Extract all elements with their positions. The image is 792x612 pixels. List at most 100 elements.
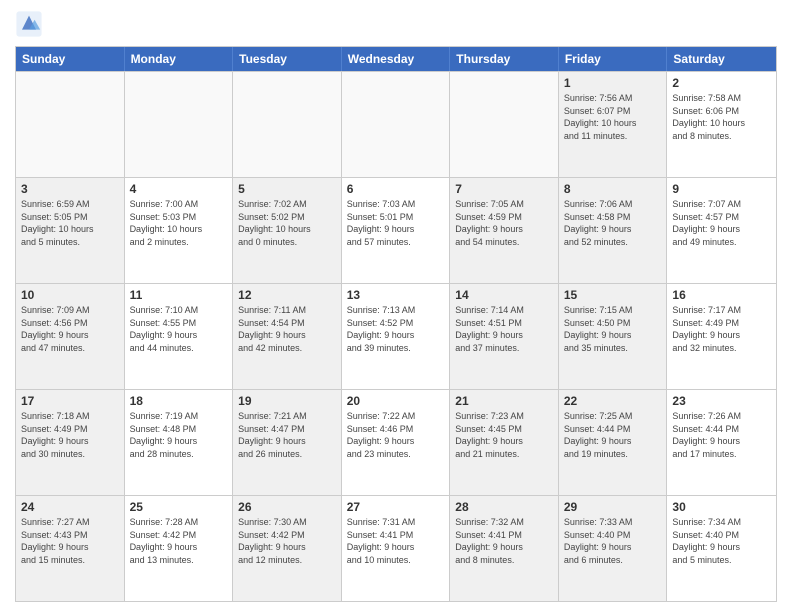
day-number: 1 xyxy=(564,76,662,90)
day-info: Sunrise: 7:15 AM Sunset: 4:50 PM Dayligh… xyxy=(564,304,662,354)
day-number: 8 xyxy=(564,182,662,196)
calendar-cell xyxy=(125,72,234,177)
calendar-cell: 28 Sunrise: 7:32 AM Sunset: 4:41 PM Dayli… xyxy=(450,496,559,601)
day-number: 30 xyxy=(672,500,771,514)
day-info: Sunrise: 7:17 AM Sunset: 4:49 PM Dayligh… xyxy=(672,304,771,354)
day-info: Sunrise: 6:59 AM Sunset: 5:05 PM Dayligh… xyxy=(21,198,119,248)
calendar-cell: 27Sunrise: 7:31 AM Sunset: 4:41 PM Dayli… xyxy=(342,496,451,601)
day-info: Sunrise: 7:07 AM Sunset: 4:57 PM Dayligh… xyxy=(672,198,771,248)
calendar-cell: 22 Sunrise: 7:25 AM Sunset: 4:44 PM Dayli… xyxy=(559,390,668,495)
day-number: 25 xyxy=(130,500,228,514)
day-info: Sunrise: 7:09 AM Sunset: 4:56 PM Dayligh… xyxy=(21,304,119,354)
calendar-row: 17 Sunrise: 7:18 AM Sunset: 4:49 PM Dayli… xyxy=(16,389,776,495)
calendar-row: 1 Sunrise: 7:56 AM Sunset: 6:07 PM Daylig… xyxy=(16,71,776,177)
page: SundayMondayTuesdayWednesdayThursdayFrid… xyxy=(0,0,792,612)
day-number: 3 xyxy=(21,182,119,196)
weekday-header: Thursday xyxy=(450,47,559,71)
weekday-header: Saturday xyxy=(667,47,776,71)
day-number: 5 xyxy=(238,182,336,196)
calendar-cell: 1 Sunrise: 7:56 AM Sunset: 6:07 PM Daylig… xyxy=(559,72,668,177)
day-info: Sunrise: 7:03 AM Sunset: 5:01 PM Dayligh… xyxy=(347,198,445,248)
day-info: Sunrise: 7:05 AM Sunset: 4:59 PM Dayligh… xyxy=(455,198,553,248)
calendar-row: 24 Sunrise: 7:27 AM Sunset: 4:43 PM Dayli… xyxy=(16,495,776,601)
calendar-cell: 4Sunrise: 7:00 AM Sunset: 5:03 PM Daylig… xyxy=(125,178,234,283)
day-number: 22 xyxy=(564,394,662,408)
day-info: Sunrise: 7:33 AM Sunset: 4:40 PM Dayligh… xyxy=(564,516,662,566)
calendar-cell: 13 Sunrise: 7:13 AM Sunset: 4:52 PM Dayli… xyxy=(342,284,451,389)
calendar-cell: 16 Sunrise: 7:17 AM Sunset: 4:49 PM Dayli… xyxy=(667,284,776,389)
day-info: Sunrise: 7:27 AM Sunset: 4:43 PM Dayligh… xyxy=(21,516,119,566)
day-info: Sunrise: 7:23 AM Sunset: 4:45 PM Dayligh… xyxy=(455,410,553,460)
day-number: 20 xyxy=(347,394,445,408)
day-number: 19 xyxy=(238,394,336,408)
calendar-cell: 17 Sunrise: 7:18 AM Sunset: 4:49 PM Dayli… xyxy=(16,390,125,495)
calendar-cell: 14Sunrise: 7:14 AM Sunset: 4:51 PM Dayli… xyxy=(450,284,559,389)
calendar-cell: 15 Sunrise: 7:15 AM Sunset: 4:50 PM Dayli… xyxy=(559,284,668,389)
day-number: 27 xyxy=(347,500,445,514)
day-number: 24 xyxy=(21,500,119,514)
weekday-header: Wednesday xyxy=(342,47,451,71)
calendar-header: SundayMondayTuesdayWednesdayThursdayFrid… xyxy=(16,47,776,71)
day-info: Sunrise: 7:11 AM Sunset: 4:54 PM Dayligh… xyxy=(238,304,336,354)
calendar-cell: 3 Sunrise: 6:59 AM Sunset: 5:05 PM Daylig… xyxy=(16,178,125,283)
calendar-cell: 30 Sunrise: 7:34 AM Sunset: 4:40 PM Dayli… xyxy=(667,496,776,601)
day-info: Sunrise: 7:14 AM Sunset: 4:51 PM Dayligh… xyxy=(455,304,553,354)
day-info: Sunrise: 7:19 AM Sunset: 4:48 PM Dayligh… xyxy=(130,410,228,460)
calendar-cell: 6 Sunrise: 7:03 AM Sunset: 5:01 PM Daylig… xyxy=(342,178,451,283)
day-number: 13 xyxy=(347,288,445,302)
day-number: 28 xyxy=(455,500,553,514)
day-number: 15 xyxy=(564,288,662,302)
page-header xyxy=(15,10,777,38)
day-info: Sunrise: 7:21 AM Sunset: 4:47 PM Dayligh… xyxy=(238,410,336,460)
calendar-cell: 2Sunrise: 7:58 AM Sunset: 6:06 PM Daylig… xyxy=(667,72,776,177)
day-number: 16 xyxy=(672,288,771,302)
day-info: Sunrise: 7:18 AM Sunset: 4:49 PM Dayligh… xyxy=(21,410,119,460)
day-number: 9 xyxy=(672,182,771,196)
day-info: Sunrise: 7:25 AM Sunset: 4:44 PM Dayligh… xyxy=(564,410,662,460)
calendar-cell: 18 Sunrise: 7:19 AM Sunset: 4:48 PM Dayli… xyxy=(125,390,234,495)
day-info: Sunrise: 7:06 AM Sunset: 4:58 PM Dayligh… xyxy=(564,198,662,248)
weekday-header: Friday xyxy=(559,47,668,71)
calendar-cell: 19 Sunrise: 7:21 AM Sunset: 4:47 PM Dayli… xyxy=(233,390,342,495)
calendar-row: 10 Sunrise: 7:09 AM Sunset: 4:56 PM Dayli… xyxy=(16,283,776,389)
day-info: Sunrise: 7:32 AM Sunset: 4:41 PM Dayligh… xyxy=(455,516,553,566)
day-info: Sunrise: 7:30 AM Sunset: 4:42 PM Dayligh… xyxy=(238,516,336,566)
day-info: Sunrise: 7:10 AM Sunset: 4:55 PM Dayligh… xyxy=(130,304,228,354)
calendar-cell: 23Sunrise: 7:26 AM Sunset: 4:44 PM Dayli… xyxy=(667,390,776,495)
day-info: Sunrise: 7:56 AM Sunset: 6:07 PM Dayligh… xyxy=(564,92,662,142)
day-number: 17 xyxy=(21,394,119,408)
day-info: Sunrise: 7:13 AM Sunset: 4:52 PM Dayligh… xyxy=(347,304,445,354)
calendar-cell: 24 Sunrise: 7:27 AM Sunset: 4:43 PM Dayli… xyxy=(16,496,125,601)
calendar-cell: 29 Sunrise: 7:33 AM Sunset: 4:40 PM Dayli… xyxy=(559,496,668,601)
calendar: SundayMondayTuesdayWednesdayThursdayFrid… xyxy=(15,46,777,602)
day-info: Sunrise: 7:34 AM Sunset: 4:40 PM Dayligh… xyxy=(672,516,771,566)
day-info: Sunrise: 7:28 AM Sunset: 4:42 PM Dayligh… xyxy=(130,516,228,566)
day-number: 21 xyxy=(455,394,553,408)
day-number: 11 xyxy=(130,288,228,302)
calendar-body: 1 Sunrise: 7:56 AM Sunset: 6:07 PM Daylig… xyxy=(16,71,776,601)
weekday-header: Sunday xyxy=(16,47,125,71)
calendar-cell xyxy=(16,72,125,177)
calendar-cell: 10 Sunrise: 7:09 AM Sunset: 4:56 PM Dayli… xyxy=(16,284,125,389)
day-number: 6 xyxy=(347,182,445,196)
calendar-cell: 8 Sunrise: 7:06 AM Sunset: 4:58 PM Daylig… xyxy=(559,178,668,283)
day-number: 10 xyxy=(21,288,119,302)
day-number: 2 xyxy=(672,76,771,90)
logo-icon xyxy=(15,10,43,38)
logo xyxy=(15,10,47,38)
calendar-cell: 7 Sunrise: 7:05 AM Sunset: 4:59 PM Daylig… xyxy=(450,178,559,283)
calendar-cell: 9 Sunrise: 7:07 AM Sunset: 4:57 PM Daylig… xyxy=(667,178,776,283)
day-number: 29 xyxy=(564,500,662,514)
calendar-cell xyxy=(233,72,342,177)
day-number: 18 xyxy=(130,394,228,408)
weekday-header: Tuesday xyxy=(233,47,342,71)
calendar-cell xyxy=(450,72,559,177)
day-info: Sunrise: 7:22 AM Sunset: 4:46 PM Dayligh… xyxy=(347,410,445,460)
calendar-cell: 26Sunrise: 7:30 AM Sunset: 4:42 PM Dayli… xyxy=(233,496,342,601)
weekday-header: Monday xyxy=(125,47,234,71)
day-number: 7 xyxy=(455,182,553,196)
day-number: 4 xyxy=(130,182,228,196)
day-number: 23 xyxy=(672,394,771,408)
calendar-cell xyxy=(342,72,451,177)
calendar-cell: 12Sunrise: 7:11 AM Sunset: 4:54 PM Dayli… xyxy=(233,284,342,389)
